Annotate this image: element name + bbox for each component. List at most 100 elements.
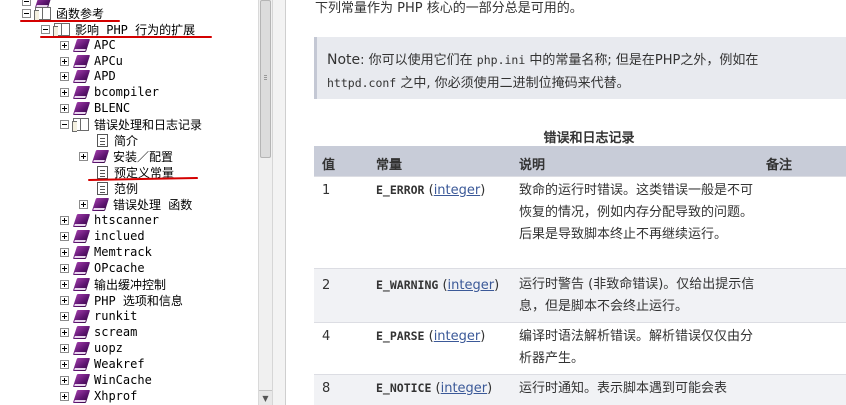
tree-item-uopz[interactable]: uopz <box>60 340 123 356</box>
expand-icon[interactable] <box>60 40 69 50</box>
column-header-description: 说明 <box>519 158 546 173</box>
tree-item-label: inclued <box>94 229 145 243</box>
tree-item-label: APC <box>94 38 116 52</box>
tree-item-install-config[interactable]: 安装／配置 <box>79 148 173 164</box>
tree-item-label: Xhprof <box>94 389 138 403</box>
expand-icon[interactable] <box>60 391 69 401</box>
expand-icon[interactable] <box>60 56 69 66</box>
tree-item-output-control[interactable]: 输出缓冲控制 <box>60 276 166 292</box>
tree-item-bcompiler[interactable]: bcompiler <box>60 84 159 100</box>
closed-book-icon <box>91 149 110 163</box>
note-label: Note <box>327 52 361 68</box>
note-code-php-ini: php.ini <box>476 53 526 67</box>
closed-book-icon <box>72 373 91 387</box>
tree-item-memtrack[interactable]: Memtrack <box>60 244 152 260</box>
tree-item-blenc[interactable]: BLENC <box>60 100 130 116</box>
scroll-down-arrow-icon[interactable]: ▼ <box>259 390 272 405</box>
tree-item-php-behavior-extensions[interactable]: 影响 PHP 行为的扩展 <box>41 21 195 37</box>
open-book-icon <box>72 117 89 132</box>
pane-splitter[interactable] <box>272 0 286 405</box>
tree-item-wincache[interactable]: WinCache <box>60 372 152 388</box>
tree-item-label: APCu <box>94 54 123 68</box>
table-caption: 错误和日志记录 <box>543 131 635 146</box>
tree-item-weakref[interactable]: Weakref <box>60 356 145 372</box>
type-link[interactable]: integer <box>441 381 488 396</box>
closed-book-icon <box>72 245 91 259</box>
tree-item-label: APD <box>94 69 116 83</box>
closed-book-icon <box>72 101 91 115</box>
tree-item-label: 安装／配置 <box>113 149 174 164</box>
type-link[interactable]: integer <box>434 329 481 344</box>
tree-scrollbar[interactable]: ▼ <box>258 0 272 405</box>
expand-icon[interactable] <box>60 103 69 113</box>
type-link[interactable]: integer <box>434 183 481 198</box>
expand-icon[interactable] <box>60 247 69 257</box>
tree-item-label: PHP 选项和信息 <box>94 293 183 308</box>
tree-item-xhprof[interactable]: Xhprof <box>60 388 137 404</box>
type-link[interactable]: integer <box>448 278 495 293</box>
tree-item-label: 错误处理 函数 <box>113 197 193 212</box>
expand-icon[interactable] <box>60 359 69 369</box>
constant-name: E_NOTICE <box>376 381 432 395</box>
tree-item-label: bcompiler <box>94 85 160 99</box>
tree-item-intro[interactable]: 简介 <box>97 132 138 148</box>
tree-item-label: runkit <box>94 309 138 323</box>
closed-book-icon <box>91 197 110 211</box>
table-header: 值 常量 说明 备注 <box>314 146 846 176</box>
column-header-value: 值 <box>322 158 336 173</box>
annotation-underline <box>20 20 120 22</box>
expand-icon[interactable] <box>60 343 69 353</box>
closed-book-icon <box>72 357 91 371</box>
tree-item-htscanner[interactable]: htscanner <box>60 212 159 228</box>
expand-icon[interactable] <box>60 311 69 321</box>
tree-item-label: Memtrack <box>94 245 152 259</box>
tree-item-runkit[interactable]: runkit <box>60 308 137 324</box>
annotation-underline <box>40 36 212 38</box>
closed-book-icon <box>72 69 91 83</box>
tree-item-label: 函数参考 <box>56 6 105 21</box>
tree-item-error-functions[interactable]: 错误处理 函数 <box>79 196 192 212</box>
expand-icon[interactable] <box>60 87 69 97</box>
closed-book-icon <box>72 277 91 291</box>
expand-icon[interactable] <box>60 263 69 273</box>
row-constant: E_PARSE (integer) <box>376 329 486 344</box>
row-value: 1 <box>322 183 331 198</box>
collapse-icon[interactable] <box>41 24 50 34</box>
expand-icon[interactable] <box>60 71 69 81</box>
closed-book-icon <box>72 341 91 355</box>
expand-icon[interactable] <box>60 231 69 241</box>
tree-item-function-reference[interactable]: 函数参考 <box>22 5 104 21</box>
expand-icon[interactable] <box>60 279 69 289</box>
tree-item-error-handling[interactable]: 错误处理和日志记录 <box>60 116 202 132</box>
expand-icon[interactable] <box>79 151 88 161</box>
note-text: 之中, 你必须使用二进制位掩码来代替。 <box>396 76 630 91</box>
tree-item-label: 范例 <box>114 181 139 196</box>
tree-item-scream[interactable]: scream <box>60 324 137 340</box>
expand-icon[interactable] <box>60 295 69 305</box>
row-constant: E_WARNING (integer) <box>376 278 500 293</box>
tree-item-examples[interactable]: 范例 <box>97 180 138 196</box>
tree-item-opcache[interactable]: OPcache <box>60 260 145 276</box>
closed-book-icon <box>72 38 91 52</box>
table-row: 1 E_ERROR (integer) 致命的运行时错误。这类错误一般是不可恢复… <box>314 176 846 268</box>
expand-icon[interactable] <box>60 215 69 225</box>
expand-icon[interactable] <box>79 199 88 209</box>
open-book-icon <box>34 6 51 21</box>
row-constant: E_NOTICE (integer) <box>376 381 493 396</box>
closed-book-icon <box>72 213 91 227</box>
collapse-icon[interactable] <box>60 119 69 129</box>
constant-name: E_WARNING <box>376 278 439 292</box>
row-description: 运行时警告 (非致命错误)。仅给出提示信息，但是脚本不会终止运行。 <box>519 277 755 314</box>
expand-icon[interactable] <box>60 375 69 385</box>
tree-item-apc[interactable]: APC <box>60 37 116 53</box>
tree-item-apcu[interactable]: APCu <box>60 53 123 69</box>
expand-icon[interactable] <box>60 327 69 337</box>
contents-tree[interactable]: 函数参考 影响 PHP 行为的扩展 APC APCu APD bcompiler… <box>0 0 258 405</box>
table-row: 8 E_NOTICE (integer) 运行时通知。表示脚本遇到可能会表 <box>314 374 846 405</box>
tree-item-php-options-info[interactable]: PHP 选项和信息 <box>60 292 183 308</box>
page-icon <box>97 133 108 147</box>
collapse-icon[interactable] <box>22 8 31 18</box>
scrollbar-thumb[interactable] <box>260 0 271 158</box>
tree-item-inclued[interactable]: inclued <box>60 228 145 244</box>
tree-item-apd[interactable]: APD <box>60 68 116 84</box>
